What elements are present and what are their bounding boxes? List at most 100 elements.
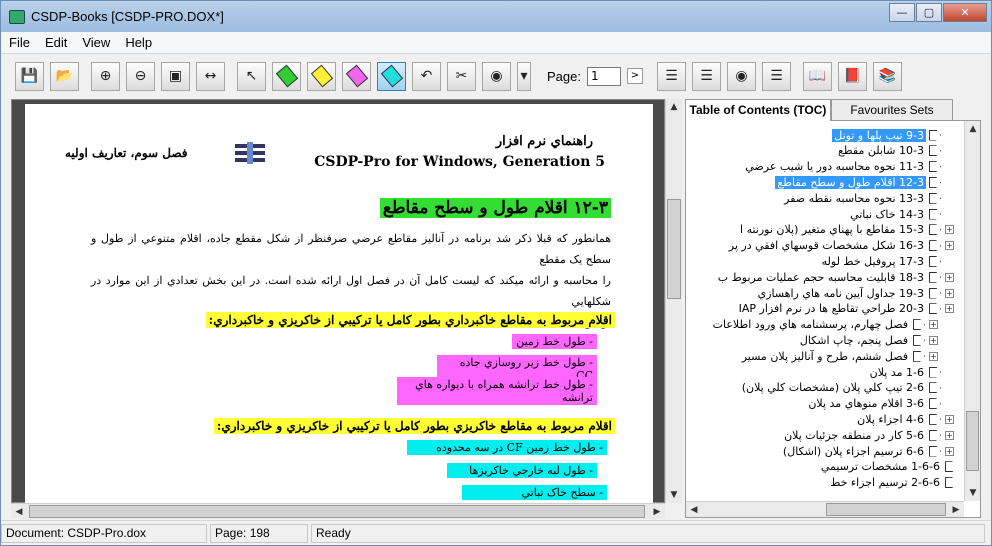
toc-item-label: 17-3 پروفيل خط لوله — [821, 254, 924, 268]
scroll-down-icon[interactable]: ▼ — [666, 487, 682, 503]
document-horizontal-scrollbar[interactable]: ◀ ▶ — [11, 503, 665, 519]
toc-item-label: فصل پنجم، چاپ اشکال — [799, 333, 908, 347]
toc-item[interactable]: +5-6 کار در منطقه جزئيات پلان — [782, 427, 954, 443]
toc-scroll-down-icon[interactable]: ▼ — [965, 485, 981, 501]
toc-edit-icon[interactable]: ☰ — [691, 61, 721, 91]
tab-favourites[interactable]: Favourites Sets — [831, 99, 953, 121]
toc-item[interactable]: +1-6-6 مشخصات ترسيمي — [819, 459, 954, 475]
close-button[interactable]: ✕ — [943, 3, 987, 22]
toc-scroll-right-icon[interactable]: ▶ — [948, 502, 964, 518]
page-arrow-icon — [929, 161, 941, 173]
scissors-icon[interactable]: ✂ — [447, 61, 476, 91]
highlighter-cyan-icon[interactable] — [377, 61, 406, 91]
toc-item[interactable]: +16-3 شکل مشخصات قوسهاي افقي در پر — [727, 238, 954, 254]
menu-view[interactable]: View — [74, 35, 117, 50]
pointer-icon[interactable]: ↖ — [237, 61, 266, 91]
expand-plus-icon[interactable]: + — [945, 225, 954, 235]
toc-item[interactable]: 1-6 مد پلان — [868, 364, 954, 380]
minimize-button[interactable]: — — [889, 3, 915, 22]
list-icon[interactable]: ☰ — [761, 61, 791, 91]
expand-plus-icon[interactable]: + — [945, 288, 954, 298]
status-page: Page: 198 — [210, 523, 308, 543]
save-icon[interactable]: 💾 — [15, 61, 44, 91]
search-binoculars-icon[interactable]: ◉ — [726, 61, 756, 91]
status-bar: Document: CSDP-Pro.dox Page: 198 Ready — [1, 520, 991, 545]
toc-item[interactable]: 14-3 خاک نباتي — [848, 206, 954, 222]
expand-plus-icon[interactable]: + — [945, 414, 954, 424]
book-icon[interactable]: 📖 — [802, 61, 832, 91]
hscroll-thumb[interactable] — [29, 505, 645, 518]
toc-scroll-thumb[interactable] — [966, 411, 979, 471]
toc-horizontal-scrollbar[interactable]: ◀ ▶ — [686, 501, 964, 517]
zoom-in-icon[interactable]: ⊕ — [91, 61, 120, 91]
menu-file[interactable]: File — [1, 35, 37, 50]
toc-item[interactable]: +15-3 مقاطع با پهناي متغير (پلان نورنته … — [738, 222, 954, 238]
open-folder-icon[interactable]: 📂 — [50, 61, 79, 91]
books-icon[interactable]: 📚 — [872, 61, 902, 91]
toc-hscroll-thumb[interactable] — [826, 503, 946, 516]
page-arrow-icon — [929, 398, 941, 410]
expand-plus-icon[interactable]: + — [945, 241, 954, 251]
toc-scroll-left-icon[interactable]: ◀ — [686, 502, 702, 518]
highlighter-green-icon[interactable] — [272, 61, 301, 91]
toc-view-icon[interactable]: ☰ — [656, 61, 686, 91]
page-go-button[interactable]: > — [626, 68, 643, 84]
toc-item[interactable]: 9-3 تيپ پلها و تونل — [832, 127, 954, 143]
expand-plus-icon[interactable]: + — [945, 430, 954, 440]
highlighter-magenta-icon[interactable] — [342, 61, 371, 91]
expand-plus-icon[interactable]: + — [945, 272, 954, 282]
page-arrow-icon — [929, 176, 941, 188]
header-title-en: CSDP-Pro for Windows, Generation 5 — [314, 154, 605, 170]
toc-vertical-scrollbar[interactable]: ▲ ▼ — [964, 121, 980, 501]
toc-item[interactable]: 13-3 نحوه محاسبه نقطه صفر — [782, 190, 954, 206]
expand-plus-icon[interactable]: + — [929, 351, 938, 361]
toc-item[interactable]: + فصل ششم، طرح و آناليز پلان مسير — [740, 348, 938, 364]
menu-edit[interactable]: Edit — [37, 35, 74, 50]
page-input[interactable]: 1 — [586, 66, 621, 86]
section2-title: اقلام مربوط به مقاطع خاکريزي بطور کامل ي… — [213, 418, 615, 434]
toc-item[interactable]: + فصل پنجم، چاپ اشکال — [798, 332, 938, 348]
toc-item[interactable]: + فصل چهارم، پرسشنامه هاي ورود اطلاعات — [711, 317, 938, 333]
toc-item[interactable]: 12-3 اقلام طول و سطح مقاطع — [775, 174, 954, 190]
toc-item[interactable]: +19-3 جداول آيين نامه هاي راهسازي — [756, 285, 954, 301]
toc-item[interactable]: 2-6-6 ترسيم اجزاء خط — [828, 475, 954, 491]
dropdown-arrow-icon[interactable]: ▾ — [517, 61, 531, 91]
page-arrow-icon — [929, 413, 941, 425]
document-vertical-scrollbar[interactable]: ▲ ▼ — [665, 99, 682, 503]
scroll-right-icon[interactable]: ▶ — [649, 504, 665, 520]
toc-scroll-up-icon[interactable]: ▲ — [965, 121, 981, 137]
toc-item[interactable]: 11-3 نحوه محاسبه دور يا شيب عرضي — [743, 159, 954, 175]
toc-list: 9-3 تيپ پلها و تونل 10-3 شابلن مقطع 11-3 ن… — [696, 127, 954, 491]
binoculars-icon[interactable]: ◉ — [482, 61, 511, 91]
app-icon — [9, 9, 25, 24]
fit-page-icon[interactable]: ▣ — [161, 61, 190, 91]
page-arrow-icon — [945, 461, 954, 473]
toc-item[interactable]: 3-6 اقلام منوهاي مد پلان — [806, 396, 954, 412]
toc-item[interactable]: 2-6 تيپ کلي پلان (مشخصات کلي پلان) — [740, 380, 954, 396]
maximize-button[interactable]: ▢ — [916, 3, 942, 22]
toc-item[interactable]: +20-3 طراحي تقاطع ها در نرم افزار IAP — [737, 301, 954, 317]
undo-icon[interactable]: ↶ — [412, 61, 441, 91]
document-pane[interactable]: راهنماي نرم افزار CSDP-Pro for Windows, … — [11, 99, 665, 504]
toc-item[interactable]: +4-6 اجزاء پلان — [855, 411, 954, 427]
toc-item[interactable]: 17-3 پروفيل خط لوله — [820, 253, 954, 269]
tab-toc[interactable]: Table of Contents (TOC) — [685, 99, 831, 121]
toc-item[interactable]: +18-3 قابليت محاسبه حجم عمليات مربوط ب — [716, 269, 954, 285]
scroll-up-icon[interactable]: ▲ — [666, 99, 682, 115]
page-arrow-icon — [929, 240, 941, 252]
expand-plus-icon[interactable]: + — [945, 446, 954, 456]
toc-item[interactable]: +6-6 ترسيم اجزاء پلان (اشکال) — [781, 443, 954, 459]
expand-plus-icon[interactable]: + — [929, 320, 938, 330]
book-red-icon[interactable]: 📕 — [837, 61, 867, 91]
expand-plus-icon[interactable]: + — [945, 304, 954, 314]
fit-width-icon[interactable]: ↔ — [196, 61, 225, 91]
scroll-left-icon[interactable]: ◀ — [11, 504, 27, 520]
highlighter-yellow-icon[interactable] — [307, 61, 336, 91]
menu-help[interactable]: Help — [117, 35, 159, 50]
scroll-thumb[interactable] — [667, 199, 681, 299]
zoom-out-icon[interactable]: ⊖ — [126, 61, 155, 91]
toc-item[interactable]: 10-3 شابلن مقطع — [836, 143, 954, 159]
expand-plus-icon[interactable]: + — [929, 335, 938, 345]
